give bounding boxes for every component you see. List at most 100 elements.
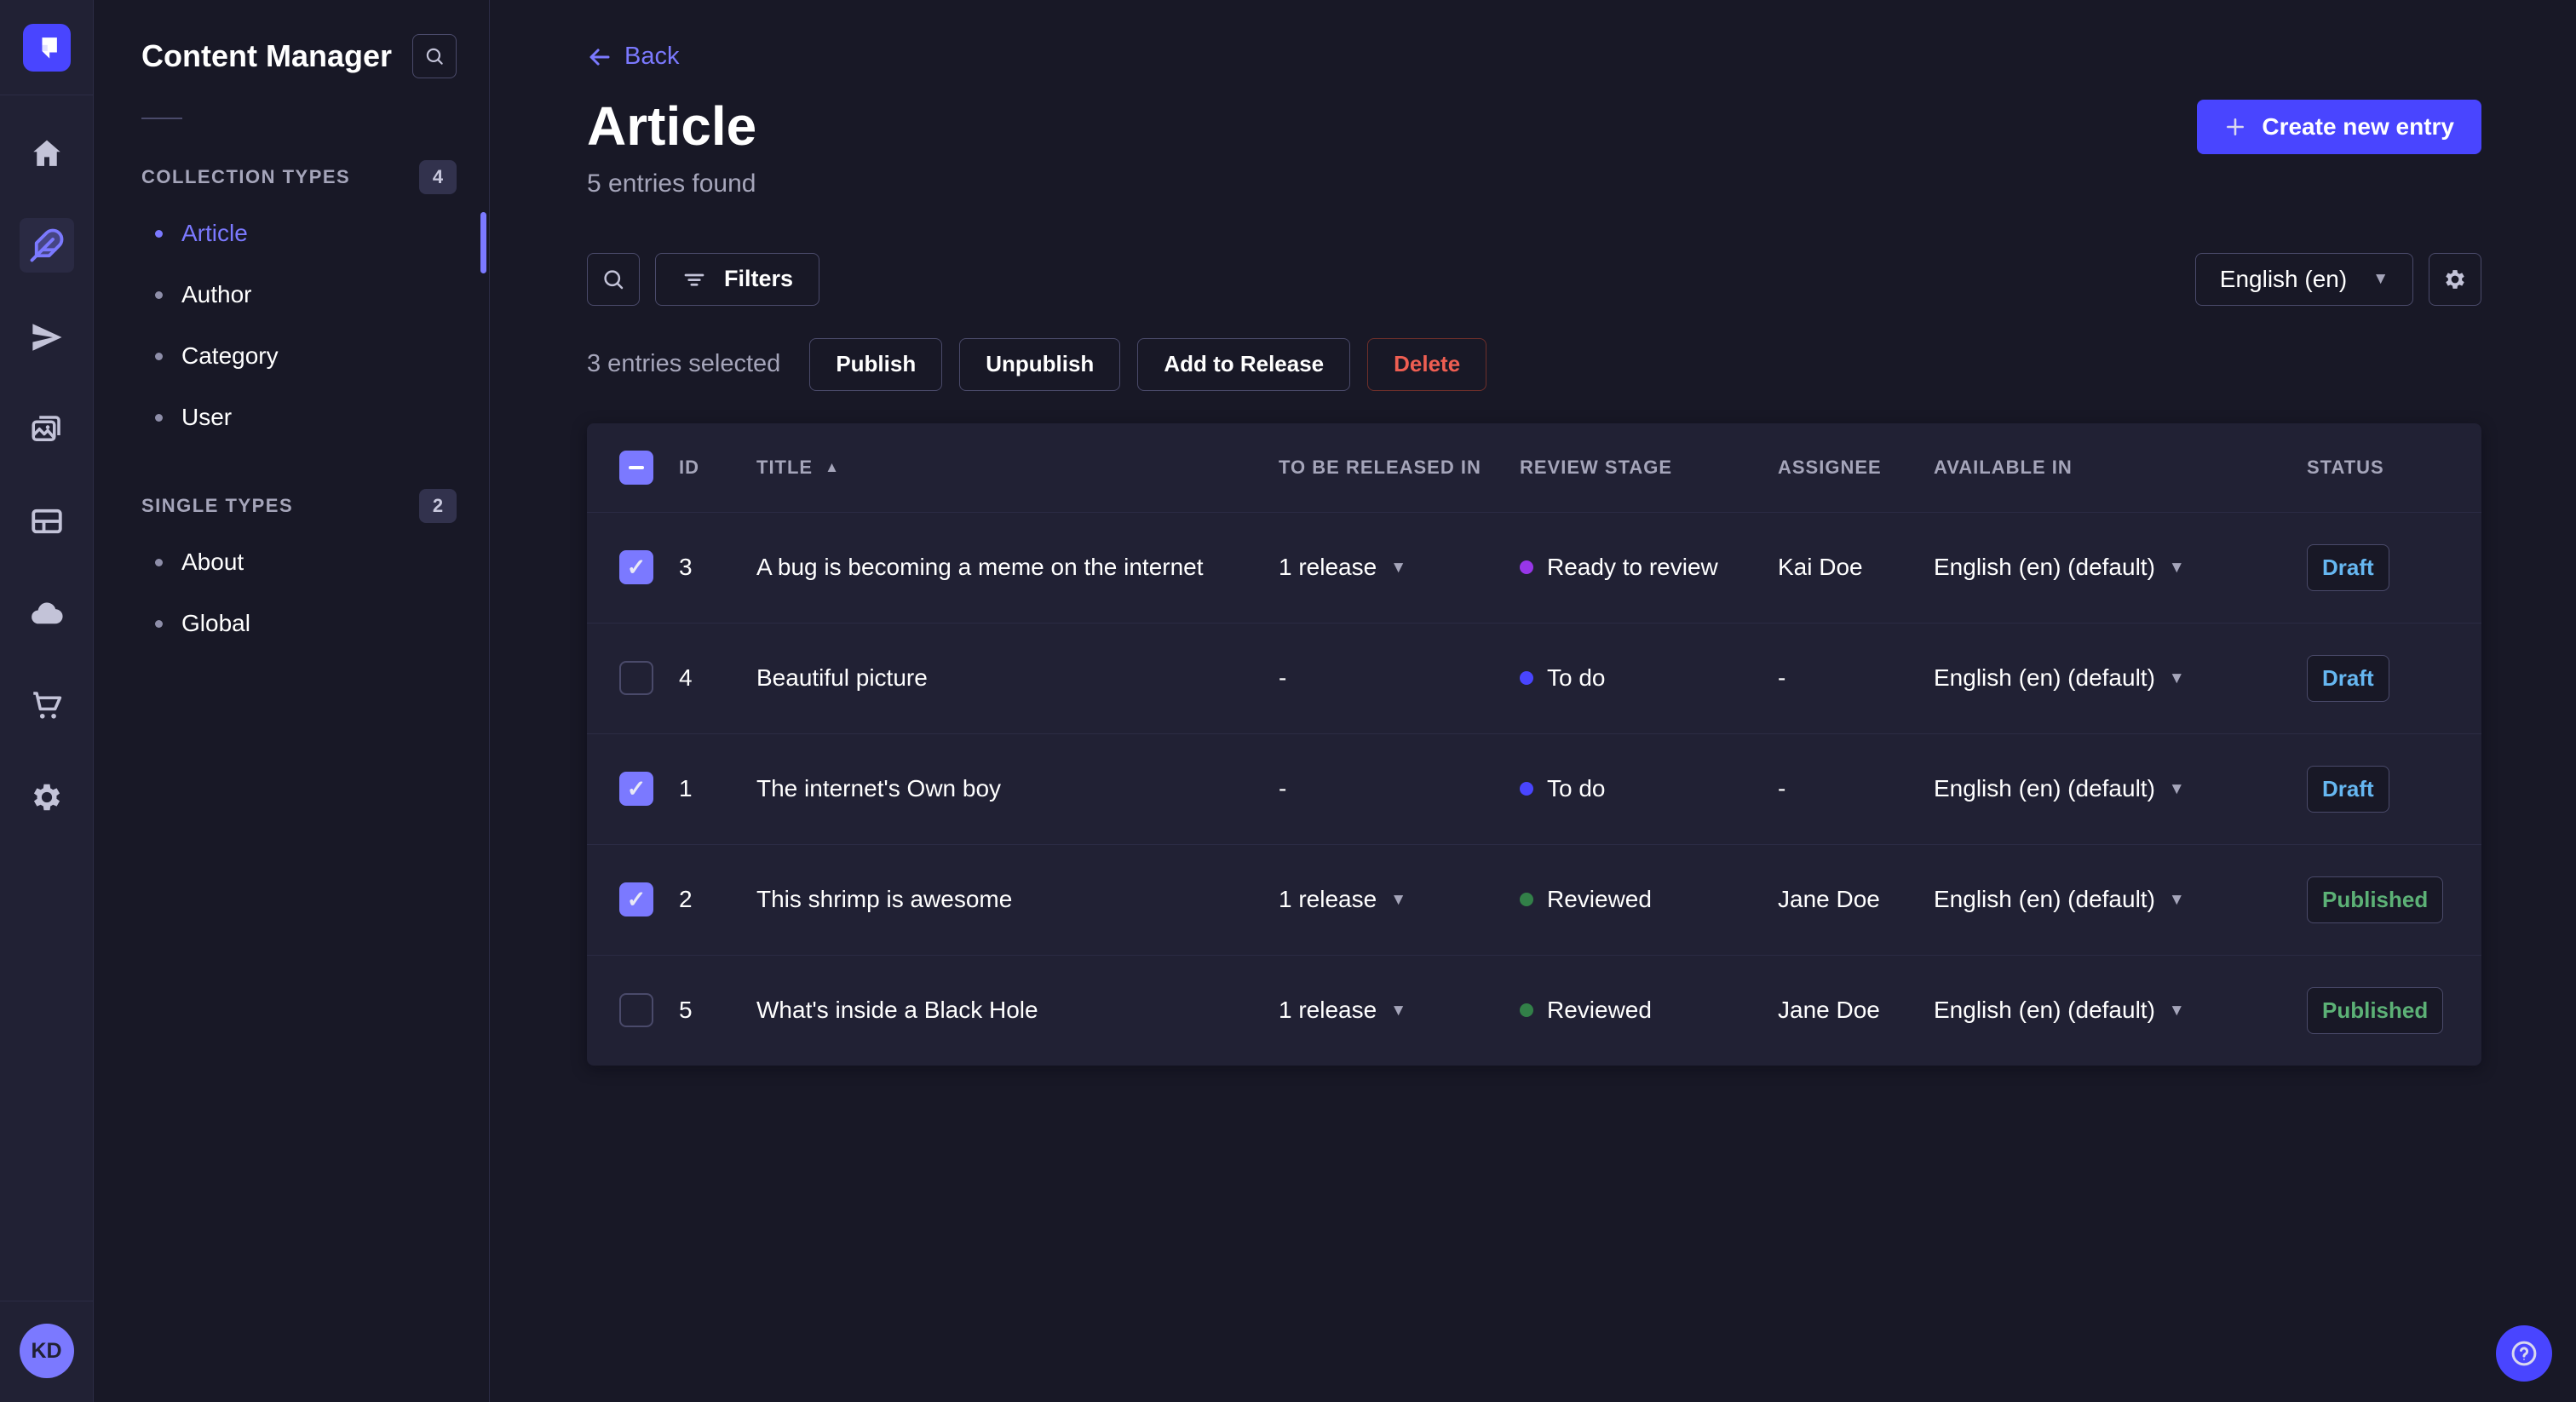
cell-available-in[interactable]: English (en) (default) ▼ bbox=[1934, 775, 2307, 802]
cell-available-in[interactable]: English (en) (default) ▼ bbox=[1934, 997, 2307, 1024]
back-link[interactable]: Back bbox=[587, 43, 679, 71]
cloud-icon[interactable] bbox=[20, 586, 74, 641]
help-button[interactable] bbox=[2496, 1325, 2552, 1382]
cell-available-in[interactable]: English (en) (default) ▼ bbox=[1934, 664, 2307, 692]
sidebar-divider bbox=[141, 118, 182, 119]
entries-count: 5 entries found bbox=[587, 169, 756, 198]
row-checkbox[interactable] bbox=[619, 550, 653, 584]
select-all-checkbox[interactable] bbox=[619, 450, 653, 485]
sidebar-item-category[interactable]: Category bbox=[141, 325, 457, 387]
cell-available-in[interactable]: English (en) (default) ▼ bbox=[1934, 886, 2307, 913]
marketplace-cart-icon[interactable] bbox=[20, 678, 74, 733]
content-manager-feather-icon[interactable] bbox=[19, 218, 74, 273]
cell-release[interactable]: 1 release ▼ bbox=[1279, 554, 1520, 581]
table-header-row: ID TITLE ▲ TO BE RELEASED IN REVIEW STAG… bbox=[587, 423, 2481, 512]
media-library-icon[interactable] bbox=[20, 402, 74, 457]
chevron-down-icon: ▼ bbox=[2168, 558, 2185, 577]
sidebar-item-article[interactable]: Article bbox=[141, 203, 457, 264]
user-avatar[interactable]: KD bbox=[19, 1324, 74, 1378]
cell-assignee: - bbox=[1778, 775, 1786, 802]
table-row[interactable]: 5 What's inside a Black Hole 1 release ▼ … bbox=[587, 954, 2481, 1066]
page-heading: Article 5 entries found bbox=[587, 96, 756, 198]
sidebar-item-label: Author bbox=[181, 281, 252, 307]
create-new-entry-button[interactable]: Create new entry bbox=[2197, 99, 2481, 154]
row-checkbox[interactable] bbox=[619, 661, 653, 695]
cell-review-stage: Reviewed bbox=[1520, 886, 1778, 913]
table-row[interactable]: 3 A bug is becoming a meme on the intern… bbox=[587, 511, 2481, 623]
nav-rail: KD bbox=[0, 0, 94, 1402]
sidebar-item-label: About bbox=[181, 549, 244, 575]
column-header-available-in[interactable]: AVAILABLE IN bbox=[1934, 457, 2307, 479]
cell-review-stage: To do bbox=[1520, 775, 1778, 802]
main-content: Back Article 5 entries found Create new … bbox=[490, 0, 2576, 1402]
stage-dot-icon bbox=[1520, 1003, 1533, 1017]
table-row[interactable]: 1 The internet's Own boy -▼ To do - Engl… bbox=[587, 733, 2481, 844]
sidebar-item-user[interactable]: User bbox=[141, 387, 457, 448]
section-label-single-types: SINGLE TYPES bbox=[141, 495, 294, 516]
search-icon bbox=[426, 48, 443, 65]
question-mark-icon bbox=[2511, 1341, 2537, 1366]
home-icon[interactable] bbox=[20, 126, 74, 181]
cell-available-in[interactable]: English (en) (default) ▼ bbox=[1934, 554, 2307, 581]
sidebar-title: Content Manager bbox=[141, 38, 393, 73]
cell-id: 1 bbox=[679, 775, 693, 802]
table-row[interactable]: 2 This shrimp is awesome 1 release▼ Revi… bbox=[587, 843, 2481, 955]
collection-types-count-badge: 4 bbox=[419, 160, 457, 194]
strapi-logo-icon[interactable] bbox=[22, 23, 71, 72]
bullet-icon bbox=[155, 290, 163, 299]
rail-logo-area bbox=[0, 0, 93, 95]
stage-dot-icon bbox=[1520, 893, 1533, 906]
column-header-review-stage[interactable]: REVIEW STAGE bbox=[1520, 457, 1778, 479]
add-to-release-button[interactable]: Add to Release bbox=[1137, 337, 1351, 391]
chevron-down-icon: ▼ bbox=[1390, 890, 1406, 909]
search-button[interactable] bbox=[587, 252, 640, 306]
column-header-id[interactable]: ID bbox=[679, 457, 756, 479]
cell-title: This shrimp is awesome bbox=[756, 886, 1013, 912]
content-type-builder-icon[interactable] bbox=[20, 494, 74, 549]
content-manager-sidebar: Content Manager COLLECTION TYPES 4 Artic… bbox=[94, 0, 490, 1402]
cell-title: A bug is becoming a meme on the internet bbox=[756, 554, 1204, 580]
cell-review-stage: To do bbox=[1520, 664, 1778, 692]
sidebar-item-global[interactable]: Global bbox=[141, 593, 457, 654]
selection-actions: 3 entries selected Publish Unpublish Add… bbox=[587, 337, 2481, 391]
column-header-release[interactable]: TO BE RELEASED IN bbox=[1279, 457, 1520, 479]
row-checkbox[interactable] bbox=[619, 882, 653, 916]
stage-dot-icon bbox=[1520, 560, 1533, 574]
table-row[interactable]: 4 Beautiful picture -▼ To do - English (… bbox=[587, 622, 2481, 733]
cell-review-stage: Ready to review bbox=[1520, 554, 1778, 581]
filters-button[interactable]: Filters bbox=[655, 252, 820, 306]
cell-id: 3 bbox=[679, 554, 693, 580]
row-checkbox[interactable] bbox=[619, 772, 653, 806]
unpublish-button[interactable]: Unpublish bbox=[959, 337, 1121, 391]
column-header-assignee[interactable]: ASSIGNEE bbox=[1778, 457, 1934, 479]
bullet-icon bbox=[155, 229, 163, 238]
cell-release[interactable]: 1 release ▼ bbox=[1279, 886, 1520, 913]
cell-title: What's inside a Black Hole bbox=[756, 997, 1038, 1023]
settings-gear-icon[interactable] bbox=[20, 770, 74, 825]
status-badge: Draft bbox=[2307, 543, 2389, 591]
cell-id: 4 bbox=[679, 664, 693, 691]
cell-release[interactable]: 1 release ▼ bbox=[1279, 997, 1520, 1024]
row-checkbox[interactable] bbox=[619, 993, 653, 1027]
column-header-status[interactable]: STATUS bbox=[2307, 457, 2447, 479]
locale-select[interactable]: English (en) ▼ bbox=[2194, 252, 2413, 306]
plus-icon bbox=[2227, 118, 2245, 135]
releases-paper-plane-icon[interactable] bbox=[20, 310, 74, 365]
stage-dot-icon bbox=[1520, 671, 1533, 685]
cell-assignee: - bbox=[1778, 664, 1786, 691]
stage-dot-icon bbox=[1520, 782, 1533, 796]
cell-assignee: Jane Doe bbox=[1778, 997, 1880, 1023]
sidebar-item-label: Article bbox=[181, 220, 248, 246]
publish-button[interactable]: Publish bbox=[809, 337, 943, 391]
entries-table: ID TITLE ▲ TO BE RELEASED IN REVIEW STAG… bbox=[587, 422, 2481, 1066]
chevron-down-icon: ▼ bbox=[2168, 779, 2185, 798]
sidebar-item-author[interactable]: Author bbox=[141, 264, 457, 325]
sidebar-item-about[interactable]: About bbox=[141, 531, 457, 593]
chevron-down-icon: ▼ bbox=[2372, 270, 2389, 288]
bullet-icon bbox=[155, 413, 163, 422]
column-header-title[interactable]: TITLE ▲ bbox=[756, 457, 1279, 479]
sidebar-search-button[interactable] bbox=[412, 34, 457, 78]
page-title: Article bbox=[587, 95, 757, 157]
view-settings-button[interactable] bbox=[2429, 252, 2481, 306]
delete-button[interactable]: Delete bbox=[1367, 337, 1487, 391]
